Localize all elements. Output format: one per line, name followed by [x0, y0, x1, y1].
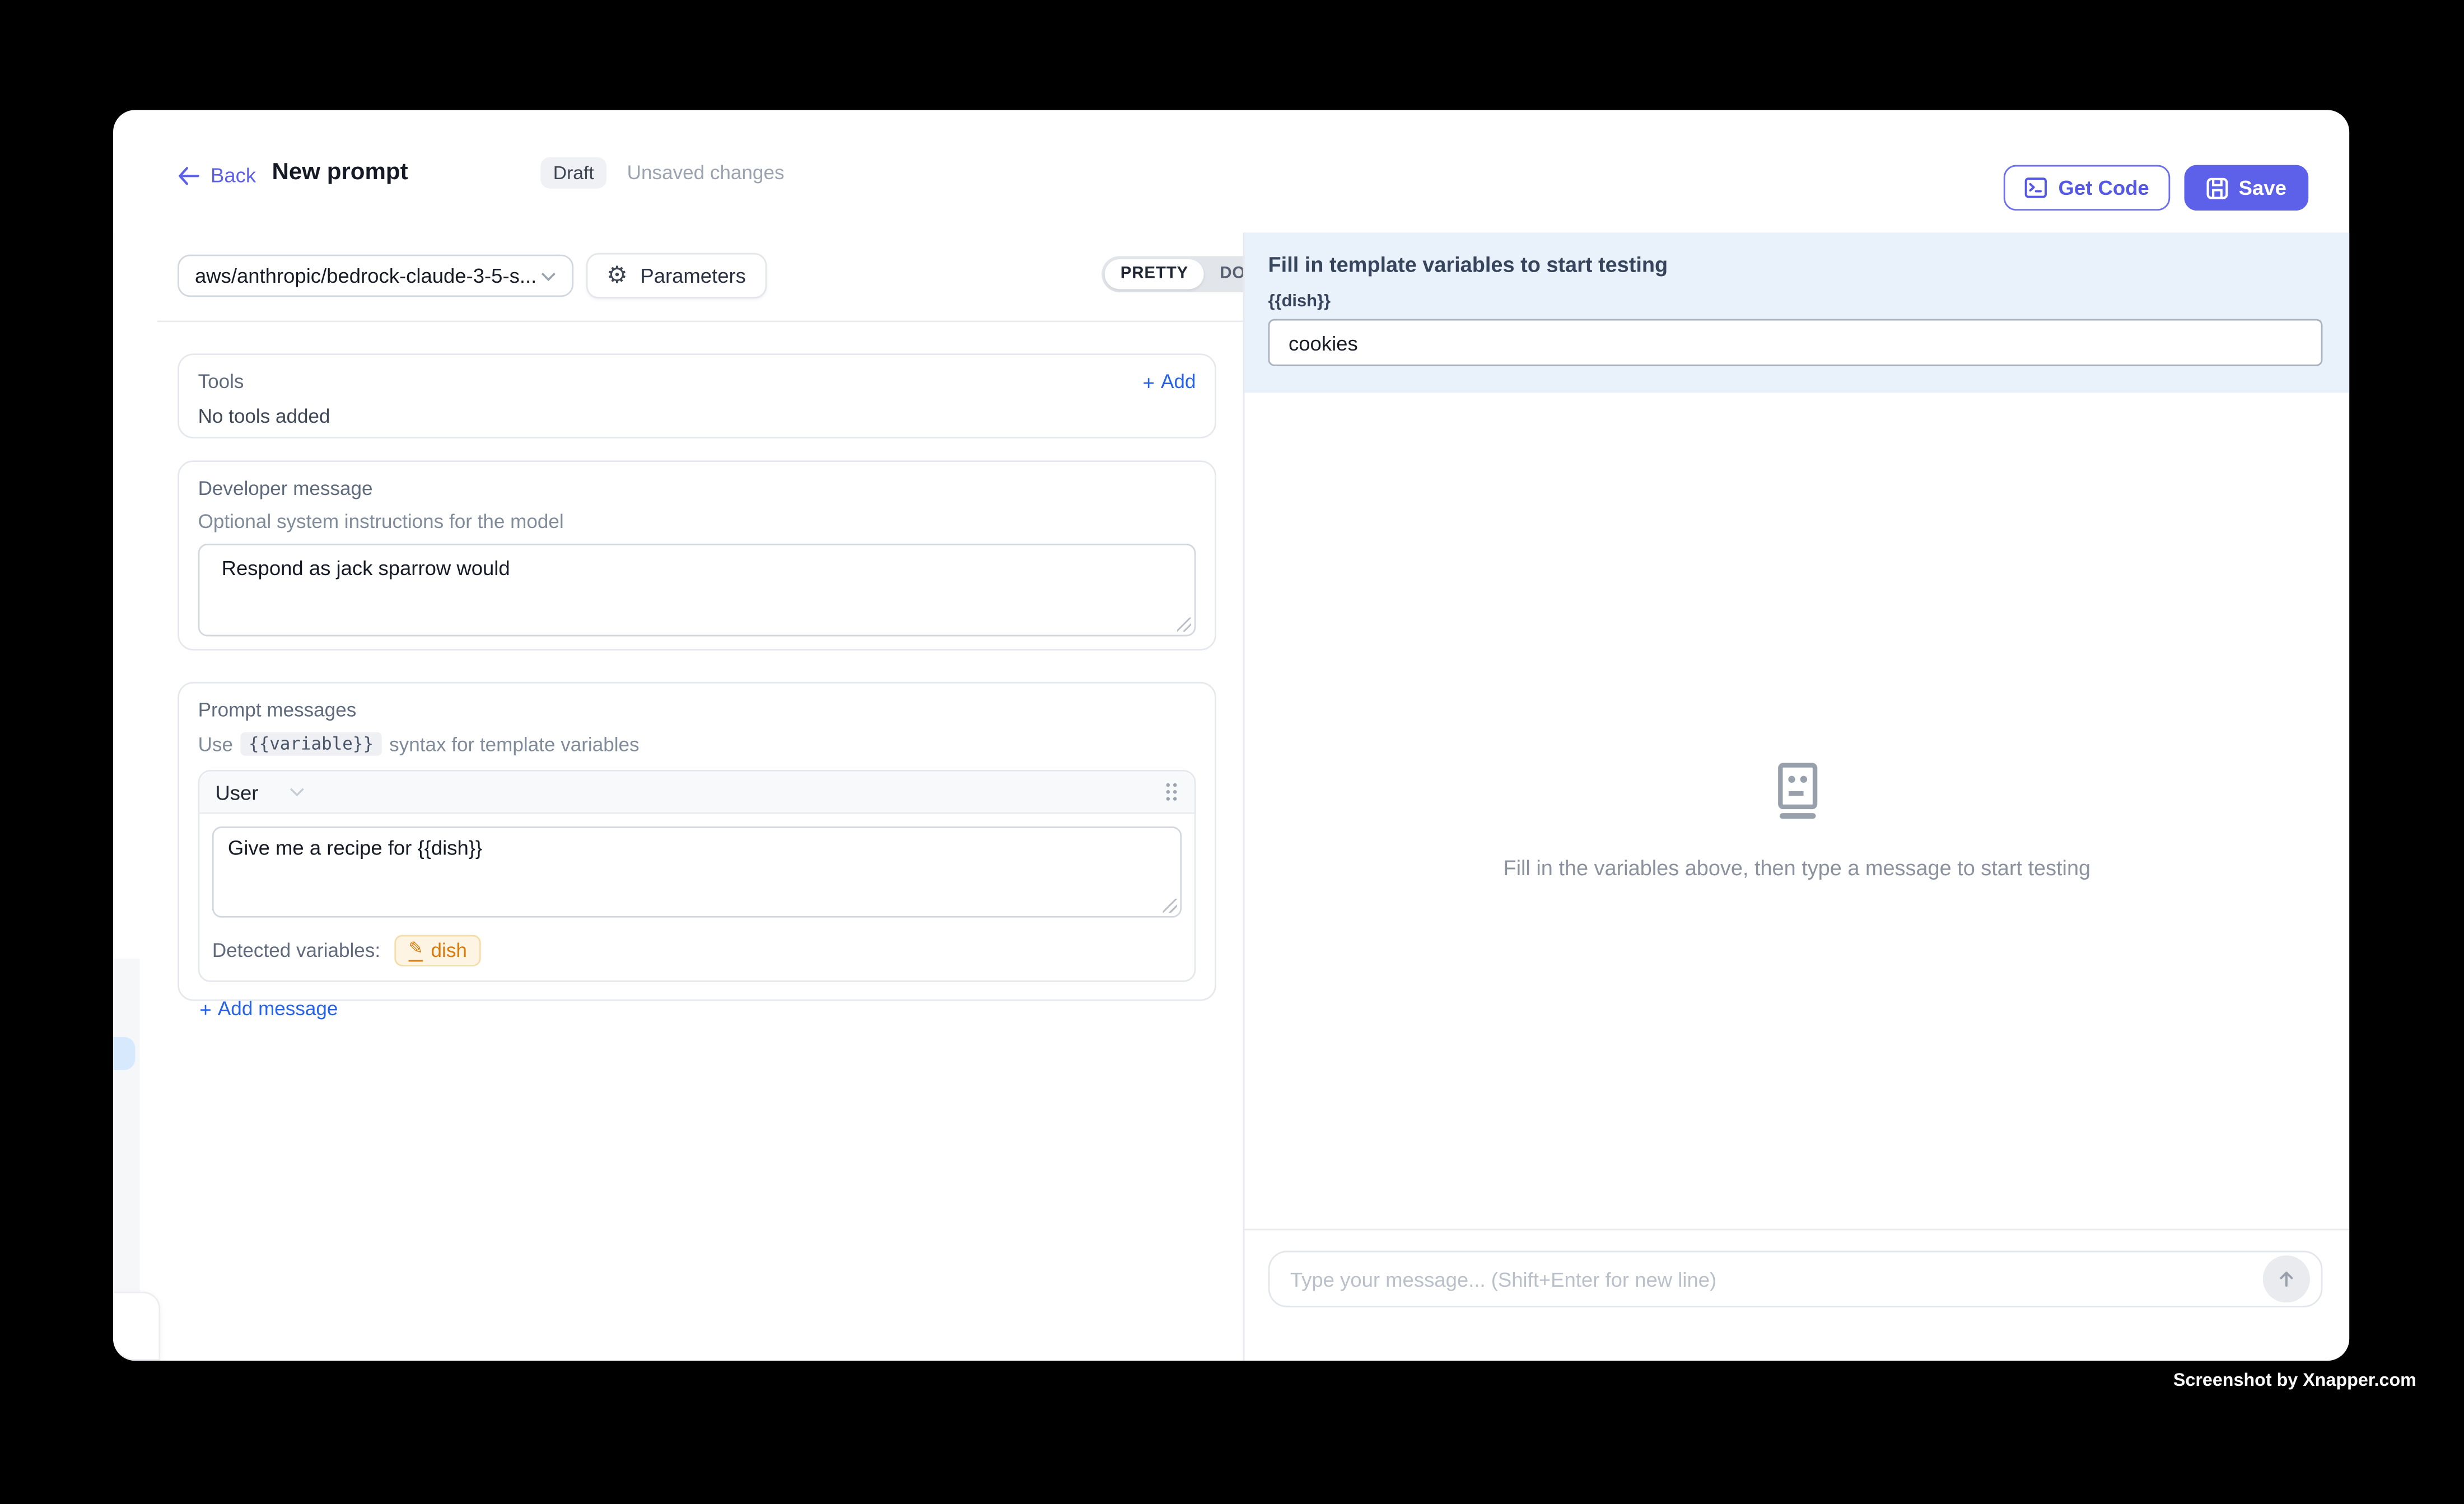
status-group: Draft Unsaved changes	[540, 157, 784, 189]
screenshot-stage: Back New prompt Draft Unsaved changes Ge…	[0, 0, 2464, 1503]
developer-message-textarea[interactable]: Respond as jack sparrow would	[198, 544, 1196, 637]
sidebar-sliver-selected-item	[113, 1037, 135, 1070]
add-message-label: Add message	[218, 998, 338, 1020]
variable-value-input[interactable]	[1268, 319, 2323, 366]
save-button[interactable]: Save	[2183, 165, 2308, 211]
role-selector[interactable]: User	[215, 780, 305, 804]
chat-message-input[interactable]	[1270, 1267, 2321, 1291]
page-title: New prompt	[272, 158, 408, 185]
variable-chip-dish[interactable]: ✎ dish	[394, 935, 481, 966]
chevron-down-icon	[540, 271, 556, 281]
role-value: User	[215, 780, 258, 804]
chat-divider	[1244, 1229, 2349, 1230]
prompt-editor-panel: aws/anthropic/bedrock-claude-3-5-s... ⚙ …	[113, 232, 1243, 1361]
chevron-down-icon	[290, 787, 306, 797]
pencil-icon: ✎	[409, 940, 423, 960]
variable-chip-label: dish	[431, 940, 467, 961]
arrow-up-icon	[2277, 1269, 2296, 1288]
robot-face-icon	[1767, 762, 1827, 820]
tools-card: Tools + Add No tools added	[178, 353, 1216, 438]
save-floppy-icon	[2206, 177, 2228, 199]
add-tool-button[interactable]: + Add	[1142, 371, 1196, 393]
message-header: User	[199, 772, 1194, 814]
header-actions: Get Code Save	[2003, 165, 2308, 211]
back-label: Back	[211, 164, 256, 187]
send-button[interactable]	[2263, 1255, 2310, 1302]
arrow-left-icon	[178, 166, 199, 185]
tools-title: Tools	[198, 371, 244, 393]
toolbar-divider	[157, 320, 1243, 322]
watermark-text: Screenshot by Xnapper.com	[2173, 1372, 2416, 1391]
sliver-card	[113, 1292, 160, 1361]
variable-name-label: {{dish}}	[1268, 292, 2326, 311]
parameters-button[interactable]: ⚙ Parameters	[586, 253, 767, 298]
detected-variables-label: Detected variables:	[212, 940, 380, 961]
app-window: Back New prompt Draft Unsaved changes Ge…	[113, 110, 2349, 1361]
plus-icon: +	[199, 998, 211, 1019]
resize-grip-icon[interactable]	[1177, 618, 1191, 632]
save-label: Save	[2239, 176, 2286, 199]
prompt-messages-title: Prompt messages	[198, 699, 1196, 721]
drag-handle-icon[interactable]	[1164, 781, 1178, 803]
tools-empty-text: No tools added	[198, 405, 1196, 427]
detected-variables-row: Detected variables: ✎ dish	[199, 930, 1194, 980]
chat-empty-text: Fill in the variables above, then type a…	[1503, 856, 2090, 880]
hint-suffix: syntax for template variables	[389, 733, 639, 755]
variable-syntax-hint: Use {{variable}} syntax for template var…	[198, 732, 1196, 756]
prompt-message-block: User Give me a recipe for {{dish}}	[198, 770, 1196, 982]
add-message-button[interactable]: + Add message	[199, 998, 1196, 1020]
sidebar-sliver	[113, 959, 140, 1292]
prompt-messages-card: Prompt messages Use {{variable}} syntax …	[178, 682, 1216, 1001]
test-panel: Fill in template variables to start test…	[1243, 232, 2350, 1361]
chat-empty-state: Fill in the variables above, then type a…	[1244, 762, 2349, 880]
add-tool-label: Add	[1161, 371, 1196, 393]
unsaved-changes-text: Unsaved changes	[627, 162, 785, 184]
get-code-button[interactable]: Get Code	[2003, 165, 2169, 211]
developer-message-card: Developer message Optional system instru…	[178, 460, 1216, 651]
plus-icon: +	[1142, 372, 1154, 392]
developer-message-subtitle: Optional system instructions for the mod…	[198, 511, 1196, 533]
back-button[interactable]: Back	[178, 164, 256, 187]
hint-code: {{variable}}	[241, 732, 381, 756]
parameters-label: Parameters	[640, 264, 746, 287]
template-variables-section: Fill in template variables to start test…	[1244, 232, 2349, 393]
draft-badge: Draft	[540, 157, 606, 189]
gear-icon: ⚙	[606, 264, 628, 287]
message-textarea[interactable]: Give me a recipe for {{dish}}	[212, 826, 1182, 918]
model-selector-value: aws/anthropic/bedrock-claude-3-5-s...	[195, 264, 536, 287]
resize-grip-icon[interactable]	[1163, 899, 1177, 913]
fill-variables-title: Fill in template variables to start test…	[1268, 253, 2326, 277]
terminal-icon	[2024, 176, 2047, 199]
toggle-pretty[interactable]: PRETTY	[1105, 259, 1204, 289]
chat-input-container	[1268, 1251, 2323, 1307]
model-selector[interactable]: aws/anthropic/bedrock-claude-3-5-s...	[178, 255, 573, 297]
get-code-label: Get Code	[2059, 176, 2149, 199]
developer-message-title: Developer message	[198, 478, 1196, 499]
hint-prefix: Use	[198, 733, 233, 755]
